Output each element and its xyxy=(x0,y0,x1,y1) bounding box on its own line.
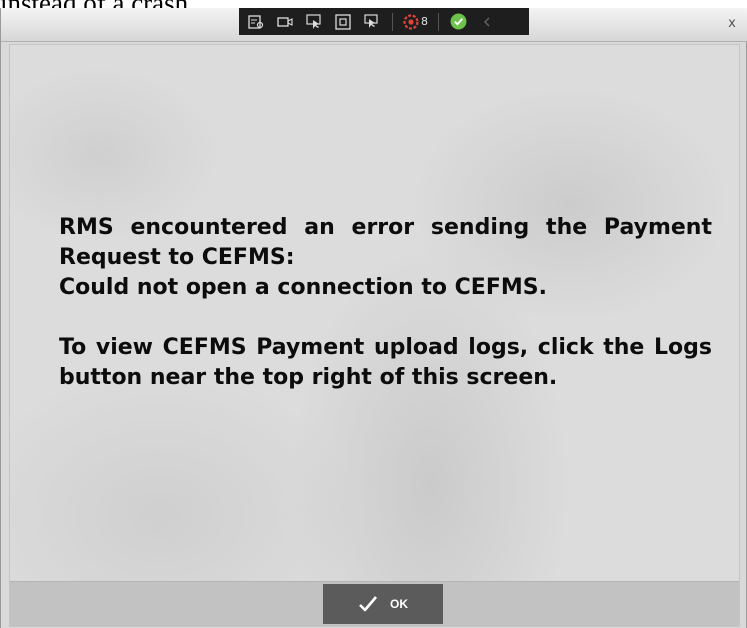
window-select-icon[interactable] xyxy=(334,13,352,31)
alert-gear-icon xyxy=(403,13,419,30)
pointer-select-icon[interactable] xyxy=(305,13,323,31)
screen-capture-icon[interactable] xyxy=(247,13,265,31)
error-dialog-window: 8 x RMS encountered an error sending the… xyxy=(0,8,747,628)
collapse-toolbar-icon[interactable] xyxy=(478,13,496,31)
multi-pointer-icon[interactable] xyxy=(363,13,381,31)
dialog-footer: OK xyxy=(10,581,739,626)
ok-button-label: OK xyxy=(390,597,408,611)
capture-toolbar: 8 xyxy=(239,8,529,35)
error-message: RMS encountered an error sending the Pay… xyxy=(59,213,712,393)
logs-hint-text: To view CEFMS Payment upload logs, click… xyxy=(59,335,712,390)
error-message-line: Could not open a connection to CEFMS. xyxy=(59,275,547,300)
close-button[interactable]: x xyxy=(724,16,740,32)
toolbar-divider xyxy=(438,12,439,31)
checkmark-icon xyxy=(359,596,377,612)
check-status-icon[interactable] xyxy=(449,13,467,31)
message-panel: RMS encountered an error sending the Pay… xyxy=(9,44,740,627)
dialog-titlebar: 8 x xyxy=(1,8,747,42)
error-count-badge[interactable]: 8 xyxy=(403,13,428,30)
record-video-icon[interactable] xyxy=(276,13,294,31)
error-count-value: 8 xyxy=(421,15,428,28)
error-message-line: RMS encountered an error sending the Pay… xyxy=(59,215,712,270)
ok-button[interactable]: OK xyxy=(323,584,443,624)
toolbar-divider xyxy=(392,12,393,31)
